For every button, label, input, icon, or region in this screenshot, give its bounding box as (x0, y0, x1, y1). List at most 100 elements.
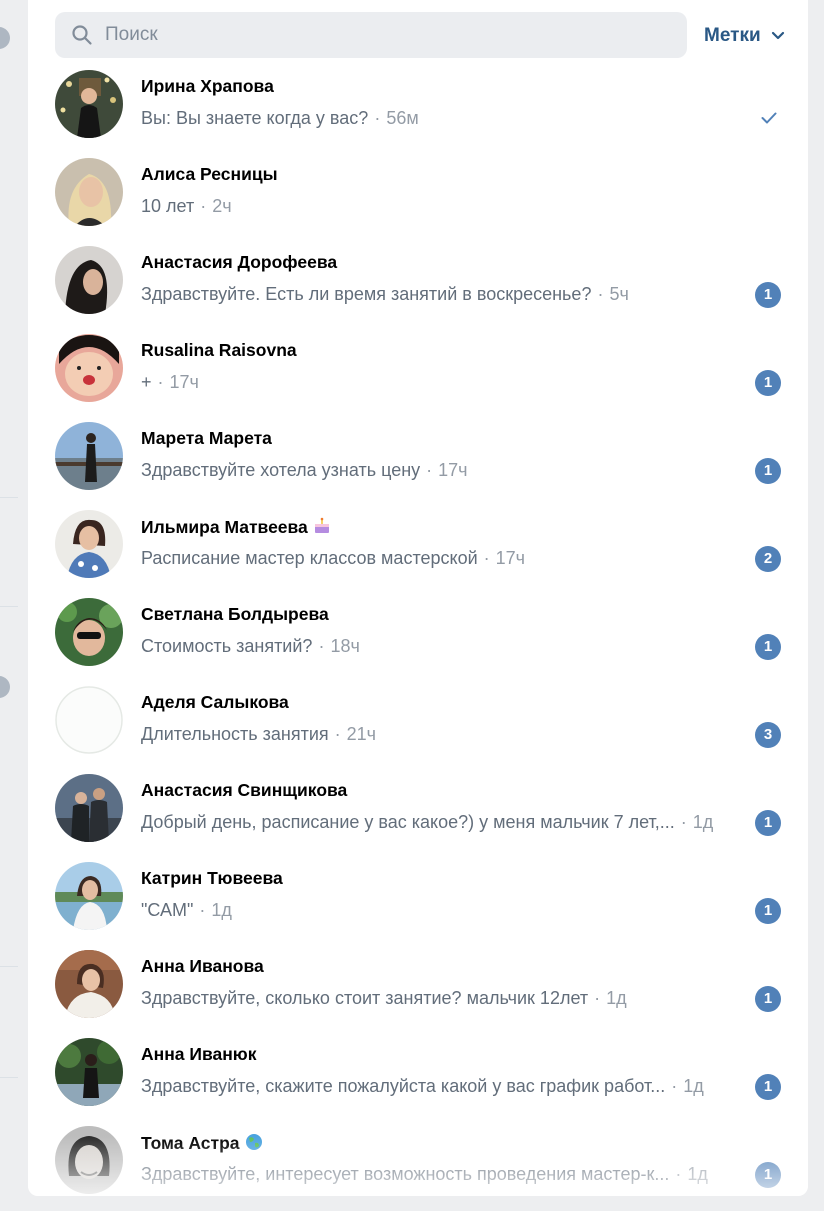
contact-name: Аделя Салыкова (141, 692, 289, 712)
search-icon (72, 25, 92, 45)
contact-name-text: Тома Астра (141, 1133, 240, 1153)
contact-name: Ирина Храпова (141, 76, 274, 96)
contact-name: Анастасия Свинщикова (141, 780, 348, 800)
avatar[interactable] (55, 1126, 123, 1194)
avatar[interactable] (55, 510, 123, 578)
sidebar-divider (0, 1077, 18, 1078)
separator-dot: · (199, 900, 206, 920)
contact-name: Марета Марета (141, 428, 272, 448)
unread-badge: 3 (755, 722, 781, 748)
sidebar-divider (0, 606, 18, 607)
separator-dot: · (426, 460, 433, 480)
contact-name: Ильмира Матвеева (141, 516, 332, 538)
dialog-row[interactable]: Анна Иванова Здравствуйте, сколько стоит… (28, 946, 808, 1034)
message-preview: Здравствуйте, сколько стоит занятие? мал… (141, 988, 747, 1009)
message-preview: 10 лет · 2ч (141, 196, 747, 217)
contact-name: Катрин Тювеева (141, 868, 283, 888)
message-preview: Здравствуйте, скажите пожалуйста какой у… (141, 1076, 747, 1097)
unread-badge: 1 (755, 1162, 781, 1188)
search-box[interactable] (55, 12, 687, 58)
avatar[interactable] (55, 862, 123, 930)
message-text: Здравствуйте. Есть ли время занятий в во… (141, 284, 592, 304)
message-text: Добрый день, расписание у вас какое?) у … (141, 812, 675, 832)
message-time: 56м (386, 108, 419, 128)
dialog-row[interactable]: Анастасия Свинщикова Добрый день, распис… (28, 770, 808, 858)
separator-dot: · (334, 724, 341, 744)
avatar[interactable] (55, 686, 123, 754)
contact-name: Анна Иванюк (141, 1044, 257, 1064)
separator-dot: · (200, 196, 207, 216)
cake-emoji-icon (314, 517, 329, 533)
dialog-row[interactable]: Анна Иванюк Здравствуйте, скажите пожалу… (28, 1034, 808, 1122)
message-preview: Вы: Вы знаете когда у вас? · 56м (141, 108, 747, 129)
message-time: 1д (211, 900, 232, 920)
labels-button-label: Метки (704, 25, 761, 46)
unread-badge: 1 (755, 898, 781, 924)
message-preview: Стоимость занятий? · 18ч (141, 636, 747, 657)
dialog-row[interactable]: Аделя Салыкова Длительность занятия · 21… (28, 682, 808, 770)
message-time: 17ч (495, 548, 526, 568)
dialog-list: Ирина Храпова Вы: Вы знаете когда у вас?… (28, 66, 808, 1196)
message-preview: + · 17ч (141, 372, 747, 393)
message-preview: Здравствуйте, интересует возможность про… (141, 1164, 747, 1185)
message-time: 1д (606, 988, 627, 1008)
avatar[interactable] (55, 774, 123, 842)
separator-dot: · (680, 812, 687, 832)
dialog-row[interactable]: Ирина Храпова Вы: Вы знаете когда у вас?… (28, 66, 808, 154)
avatar[interactable] (55, 70, 123, 138)
dialogs-panel: Метки Ирина Храпова Вы: Вы знаете когда … (28, 0, 808, 1196)
dialog-row[interactable]: Анастасия Дорофеева Здравствуйте. Есть л… (28, 242, 808, 330)
avatar[interactable] (55, 158, 123, 226)
avatar[interactable] (55, 246, 123, 314)
message-text: Расписание мастер классов мастерской (141, 548, 478, 568)
separator-dot: · (374, 108, 381, 128)
labels-dropdown-button[interactable]: Метки (704, 22, 785, 50)
unread-badge: 1 (755, 282, 781, 308)
contact-name: Тома Астра (141, 1132, 264, 1154)
avatar[interactable] (55, 950, 123, 1018)
separator-dot: · (597, 284, 604, 304)
message-preview: Расписание мастер классов мастерской · 1… (141, 548, 747, 569)
separator-dot: · (671, 1076, 678, 1096)
dialog-row[interactable]: Катрин Тювеева "САМ" · 1д 1 (28, 858, 808, 946)
avatar[interactable] (55, 1038, 123, 1106)
sidebar-divider (0, 497, 18, 498)
contact-name: Анастасия Дорофеева (141, 252, 338, 272)
unread-badge: 1 (755, 986, 781, 1012)
message-text: Здравствуйте хотела узнать цену (141, 460, 421, 480)
message-text: Вы: Вы знаете когда у вас? (141, 108, 369, 128)
sidebar-divider (0, 966, 18, 967)
separator-dot: · (318, 636, 325, 656)
avatar[interactable] (55, 598, 123, 666)
dialog-row[interactable]: Тома Астра Здравствуйте, интересует возм… (28, 1122, 808, 1196)
message-preview: Здравствуйте. Есть ли время занятий в во… (141, 284, 747, 305)
chevron-down-icon (771, 31, 784, 40)
message-preview: "САМ" · 1д (141, 900, 747, 921)
message-time: 1д (687, 1164, 708, 1184)
globe-emoji-icon (245, 1134, 262, 1150)
search-row: Метки (28, 12, 808, 60)
message-preview: Здравствуйте хотела узнать цену · 17ч (141, 460, 747, 481)
message-time: 18ч (330, 636, 360, 656)
contact-name: Rusalina Raisovna (141, 340, 297, 360)
contact-name: Анна Иванова (141, 956, 264, 976)
dialog-row[interactable]: Ильмира Матвеева Расписание мастер класс… (28, 506, 808, 594)
separator-dot: · (594, 988, 601, 1008)
dialog-row[interactable]: Марета Марета Здравствуйте хотела узнать… (28, 418, 808, 506)
sidebar-dot (0, 676, 10, 698)
left-sidebar-edge (0, 0, 28, 1211)
separator-dot: · (675, 1164, 682, 1184)
contact-name: Светлана Болдырева (141, 604, 329, 624)
dialog-row[interactable]: Алиса Ресницы 10 лет · 2ч (28, 154, 808, 242)
avatar[interactable] (55, 422, 123, 490)
avatar[interactable] (55, 334, 123, 402)
message-text: + (141, 372, 152, 392)
unread-badge: 1 (755, 458, 781, 484)
unread-badge: 1 (755, 634, 781, 660)
contact-name-text: Ильмира Матвеева (141, 517, 308, 537)
message-text: Длительность занятия (141, 724, 329, 744)
dialog-row[interactable]: Светлана Болдырева Стоимость занятий? · … (28, 594, 808, 682)
contact-name: Алиса Ресницы (141, 164, 278, 184)
dialog-row[interactable]: Rusalina Raisovna + · 17ч 1 (28, 330, 808, 418)
search-input[interactable] (103, 23, 667, 47)
